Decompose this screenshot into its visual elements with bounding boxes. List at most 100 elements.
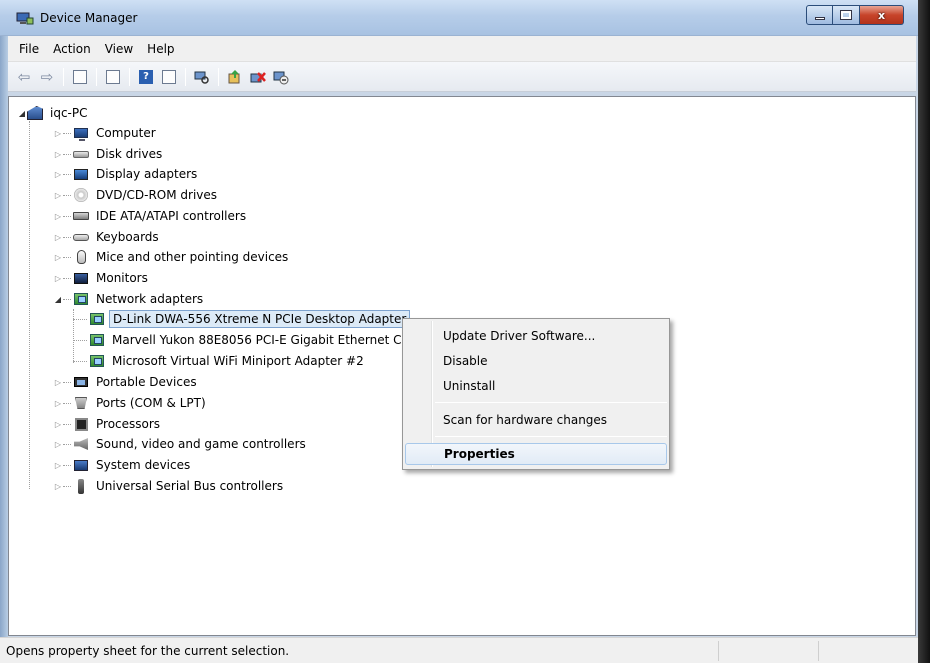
computer-icon <box>73 125 89 141</box>
expand-icon[interactable]: ▷ <box>53 170 63 179</box>
menu-properties[interactable]: Properties <box>405 443 667 465</box>
tree-item-label: Processors <box>96 417 161 431</box>
menu-separator <box>435 402 667 403</box>
toolbar-separator <box>218 67 219 86</box>
close-button[interactable]: x <box>860 5 904 25</box>
scan-hardware-icon[interactable] <box>192 67 212 87</box>
tree-item-label: Computer <box>96 126 156 140</box>
tree-item-ide-controllers[interactable]: ▷ IDE ATA/ATAPI controllers <box>53 206 249 226</box>
tree-item-label: Sound, video and game controllers <box>96 437 306 451</box>
monitor-icon <box>73 270 89 286</box>
tree-item-marvell-adapter[interactable]: Marvell Yukon 88E8056 PCI-E Gigabit Ethe… <box>73 330 405 350</box>
collapse-icon[interactable]: ◢ <box>17 109 27 118</box>
tree-item-display-adapters[interactable]: ▷ Display adapters <box>53 164 200 184</box>
mouse-icon <box>73 249 89 265</box>
menu-view[interactable]: View <box>98 40 140 58</box>
keyboard-icon <box>73 229 89 245</box>
update-driver-icon[interactable] <box>225 67 245 87</box>
status-panel <box>718 640 818 661</box>
tree-item-ports[interactable]: ▷ Ports (COM & LPT) <box>53 393 209 413</box>
expand-icon[interactable]: ▷ <box>53 150 63 159</box>
forward-arrow-icon[interactable]: ⇨ <box>37 67 57 87</box>
toolbar-separator <box>185 67 186 86</box>
tree-item-dlink-adapter[interactable]: D-Link DWA-556 Xtreme N PCIe Desktop Ada… <box>73 309 411 329</box>
menu-file[interactable]: File <box>12 40 46 58</box>
tree-item-label: Keyboards <box>96 230 159 244</box>
expand-icon[interactable]: ▷ <box>53 399 63 408</box>
tree-item-network-adapters[interactable]: ◢ Network adapters <box>53 289 206 309</box>
expand-icon[interactable]: ▷ <box>53 212 63 221</box>
caption-buttons: x <box>806 5 904 25</box>
usb-icon <box>73 478 89 494</box>
tree-item-processors[interactable]: ▷ Processors <box>53 414 163 434</box>
tree-item-portable-devices[interactable]: ▷ Portable Devices <box>53 372 200 392</box>
portable-device-icon <box>73 374 89 390</box>
tree-item-label: Portable Devices <box>96 375 197 389</box>
tree-item-monitors[interactable]: ▷ Monitors <box>53 268 151 288</box>
expand-icon[interactable]: ▷ <box>53 191 63 200</box>
menu-uninstall[interactable]: Uninstall <box>405 375 667 397</box>
tree-item-dvd-drives[interactable]: ▷ DVD/CD-ROM drives <box>53 185 220 205</box>
window-right-border <box>918 0 930 663</box>
dvd-drive-icon <box>73 187 89 203</box>
tree-item-label: D-Link DWA-556 Xtreme N PCIe Desktop Ada… <box>109 310 411 328</box>
toolbar-separator <box>129 67 130 86</box>
menu-action[interactable]: Action <box>46 40 98 58</box>
title-bar[interactable]: Device Manager x <box>0 0 918 36</box>
tree-item-sound-controllers[interactable]: ▷ Sound, video and game controllers <box>53 434 309 454</box>
back-arrow-icon[interactable]: ⇦ <box>14 67 34 87</box>
help-icon[interactable]: ? <box>136 67 156 87</box>
tree-item-label: Network adapters <box>96 292 204 306</box>
tree-item-disk-drives[interactable]: ▷ Disk drives <box>53 144 165 164</box>
collapse-icon[interactable]: ◢ <box>53 295 63 304</box>
display-adapter-icon <box>73 166 89 182</box>
tree-connector <box>29 121 30 489</box>
menu-help[interactable]: Help <box>140 40 181 58</box>
expand-icon[interactable]: ▷ <box>53 420 63 429</box>
uninstall-icon[interactable] <box>248 67 268 87</box>
expand-icon[interactable]: ▷ <box>53 129 63 138</box>
status-bar: Opens property sheet for the current sel… <box>0 637 918 663</box>
expand-icon[interactable]: ▷ <box>53 482 63 491</box>
maximize-button[interactable] <box>833 5 860 25</box>
minimize-button[interactable] <box>806 5 833 25</box>
network-adapter-icon <box>89 332 105 348</box>
tree-item-system-devices[interactable]: ▷ System devices <box>53 455 193 475</box>
action-pane-icon[interactable] <box>159 67 179 87</box>
tree-item-label: IDE ATA/ATAPI controllers <box>96 209 247 223</box>
menu-bar: File Action View Help <box>8 36 916 62</box>
menu-scan-for-hardware-changes[interactable]: Scan for hardware changes <box>405 409 667 431</box>
expand-icon[interactable]: ▷ <box>53 253 63 262</box>
minimize-icon <box>814 17 825 20</box>
processor-icon <box>73 416 89 432</box>
disk-drive-icon <box>73 146 89 162</box>
expand-icon[interactable]: ▷ <box>53 461 63 470</box>
context-menu: Update Driver Software... Disable Uninst… <box>402 318 670 470</box>
tree-item-virtual-wifi-adapter[interactable]: Microsoft Virtual WiFi Miniport Adapter … <box>73 351 367 371</box>
tree-item-keyboards[interactable]: ▷ Keyboards <box>53 227 162 247</box>
properties-icon[interactable] <box>103 67 123 87</box>
show-hide-console-tree-icon[interactable] <box>70 67 90 87</box>
network-adapter-icon <box>89 311 105 327</box>
expand-icon[interactable]: ▷ <box>53 440 63 449</box>
toolbar-separator <box>96 67 97 86</box>
expand-icon[interactable]: ▷ <box>53 274 63 283</box>
tree-item-label: Microsoft Virtual WiFi Miniport Adapter … <box>112 354 364 368</box>
network-adapter-icon <box>89 353 105 369</box>
expand-icon[interactable]: ▷ <box>53 233 63 242</box>
toolbar: ⇦ ⇨ ? <box>8 62 916 92</box>
window-left-border <box>0 0 8 663</box>
tree-item-label: Ports (COM & LPT) <box>96 396 206 410</box>
maximize-icon <box>840 10 852 20</box>
tree-root[interactable]: ◢ iqc-PC <box>17 103 91 123</box>
tree-item-usb-controllers[interactable]: ▷ Universal Serial Bus controllers <box>53 476 286 496</box>
menu-update-driver-software[interactable]: Update Driver Software... <box>405 325 667 347</box>
window-title: Device Manager <box>40 11 138 25</box>
menu-disable[interactable]: Disable <box>405 350 667 372</box>
close-icon: x <box>877 8 886 22</box>
menu-separator <box>435 436 667 437</box>
tree-item-mice[interactable]: ▷ Mice and other pointing devices <box>53 247 291 267</box>
tree-item-computer[interactable]: ▷ Computer <box>53 123 159 143</box>
disable-icon[interactable] <box>271 67 291 87</box>
expand-icon[interactable]: ▷ <box>53 378 63 387</box>
